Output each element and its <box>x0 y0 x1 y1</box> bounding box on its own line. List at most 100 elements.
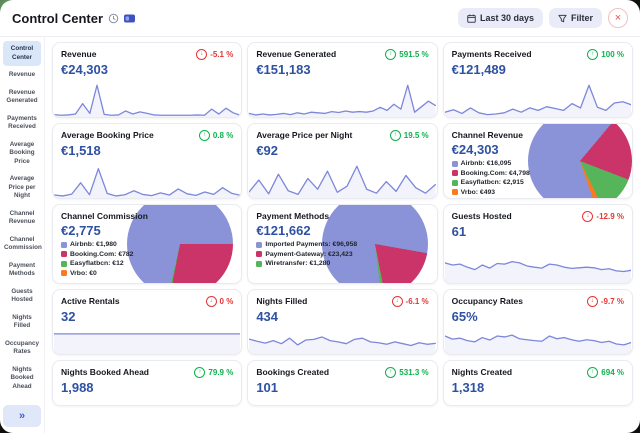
legend-label: Easyflatbcn: €2,915 <box>461 179 524 186</box>
change-value: 0 % <box>220 297 234 306</box>
legend-item-vrbo: Vrbo: €493 <box>452 189 624 196</box>
filter-button[interactable]: Filter <box>549 8 602 28</box>
arrow-up-circle-icon: ↑ <box>390 130 401 141</box>
card-title: Revenue Generated <box>256 49 336 59</box>
card-channel-revenue[interactable]: Channel Revenue€24,303Airbnb: €16,095Boo… <box>443 123 633 199</box>
legend-swatch <box>61 261 67 267</box>
sidebar-item-guests-hosted[interactable]: Guests Hosted <box>3 284 41 309</box>
sparkline-chart <box>54 83 240 117</box>
change-badge: ↓-9.7 % <box>587 296 624 307</box>
sidebar-item-revenue-generated[interactable]: Revenue Generated <box>3 85 41 110</box>
legend-swatch <box>61 251 67 257</box>
sidebar-expand-button[interactable]: » <box>3 405 41 427</box>
change-value: 531.3 % <box>399 368 428 377</box>
legend: Airbnb: €16,095Booking.Com: €4,798Easyfl… <box>452 160 624 196</box>
arrow-down-circle-icon: ↓ <box>206 296 217 307</box>
sidebar-item-average-price-per-night[interactable]: Average Price per Night <box>3 171 41 205</box>
change-value: 694 % <box>601 368 624 377</box>
card-nights-created[interactable]: Nights Created ↑694 % 1,318 <box>443 360 633 406</box>
sidebar: Control CenterRevenueRevenue GeneratedPa… <box>0 37 45 433</box>
change-badge: ↑100 % <box>587 49 624 60</box>
legend-item-easyflatbcn: Easyflatbcn: €2,915 <box>452 179 624 186</box>
close-button[interactable]: × <box>608 8 628 28</box>
change-badge: ↓-6.1 % <box>392 296 429 307</box>
change-value: 19.5 % <box>404 131 429 140</box>
arrow-up-circle-icon: ↑ <box>194 367 205 378</box>
sidebar-item-occupancy-rates[interactable]: Occupancy Rates <box>3 336 41 361</box>
card-title: Nights Created <box>452 367 512 377</box>
card-guests-hosted[interactable]: Guests Hosted↓-12.9 %61 <box>443 204 633 284</box>
card-revenue[interactable]: Revenue↓-5.1 %€24,303 <box>52 42 242 118</box>
legend-label: Airbnb: €1,980 <box>70 241 117 248</box>
change-value: -5.1 % <box>210 50 233 59</box>
card-value: 434 <box>256 309 428 324</box>
card-payment-methods[interactable]: Payment Methods€121,662Imported Payments… <box>247 204 437 284</box>
card-average-booking-price[interactable]: Average Booking Price ↑0.8 % €1,518 <box>52 123 242 199</box>
legend-swatch <box>61 242 67 248</box>
arrow-up-circle-icon: ↑ <box>587 49 598 60</box>
sidebar-item-payments-received[interactable]: Payments Received <box>3 111 41 136</box>
card-active-rentals[interactable]: Active Rentals↓0 %32 <box>52 289 242 355</box>
card-title: Average Booking Price <box>61 130 154 140</box>
card-channel-commission[interactable]: Channel Commission€2,775Airbnb: €1,980Bo… <box>52 204 242 284</box>
change-badge: ↑531.3 % <box>385 367 428 378</box>
card-bookings-created[interactable]: Bookings Created↑531.3 %101 <box>247 360 437 406</box>
date-range-button[interactable]: Last 30 days <box>458 8 543 28</box>
sidebar-item-average-booking-price[interactable]: Average Booking Price <box>3 137 41 171</box>
card-value: 65% <box>452 309 624 324</box>
arrow-down-circle-icon: ↓ <box>587 296 598 307</box>
legend-item-imported-payments: Imported Payments: €96,958 <box>256 241 428 248</box>
sidebar-item-control-center[interactable]: Control Center <box>3 41 41 66</box>
calendar-icon <box>467 14 476 23</box>
legend-item-booking-com: Booking.Com: €4,798 <box>452 170 624 177</box>
legend-item-airbnb: Airbnb: €1,980 <box>61 241 233 248</box>
card-title: Active Rentals <box>61 296 120 306</box>
sparkline-chart <box>445 249 631 283</box>
card-revenue-generated[interactable]: Revenue Generated↑591.5 %€151,183 <box>247 42 437 118</box>
sidebar-item-payment-methods[interactable]: Payment Methods <box>3 258 41 283</box>
change-badge: ↑19.5 % <box>390 130 429 141</box>
card-title: Payment Methods <box>256 211 329 221</box>
dashboard-badge-icon[interactable] <box>124 14 135 23</box>
sidebar-item-nights-filled[interactable]: Nights Filled <box>3 310 41 335</box>
legend-swatch <box>256 251 262 257</box>
sidebar-item-channel-commission[interactable]: Channel Commission <box>3 232 41 257</box>
card-value: €1,518 <box>61 143 233 158</box>
card-value: 61 <box>452 224 624 239</box>
sidebar-item-channel-revenue[interactable]: Channel Revenue <box>3 206 41 231</box>
sparkline-chart <box>249 83 435 117</box>
header-actions: Last 30 days Filter × <box>458 8 628 28</box>
card-nights-booked-ahead[interactable]: Nights Booked Ahead↑79.9 %1,988 <box>52 360 242 406</box>
change-badge: ↑591.5 % <box>385 49 428 60</box>
card-occupancy-rates[interactable]: Occupancy Rates↓-9.7 %65% <box>443 289 633 355</box>
legend-swatch <box>452 180 458 186</box>
legend-label: Vrbo: €0 <box>70 270 97 277</box>
change-badge: ↓-5.1 % <box>196 49 233 60</box>
change-badge: ↑0.8 % <box>199 130 233 141</box>
change-badge: ↑79.9 % <box>194 367 233 378</box>
card-value: 1,318 <box>452 380 624 395</box>
card-title: Revenue <box>61 49 96 59</box>
legend: Imported Payments: €96,958Payment-Gatewa… <box>256 241 428 267</box>
legend-label: Wiretransfer: €1,280 <box>265 260 330 267</box>
card-payments-received[interactable]: Payments Received↑100 %€121,489 <box>443 42 633 118</box>
sparkline-chart <box>445 320 631 354</box>
legend-swatch <box>256 261 262 267</box>
window-body: Control CenterRevenueRevenue GeneratedPa… <box>0 37 640 433</box>
card-title: Bookings Created <box>256 367 329 377</box>
sidebar-item-nights-booked-ahead[interactable]: Nights Booked Ahead <box>3 362 41 396</box>
filter-icon <box>558 14 567 23</box>
sidebar-item-revenue[interactable]: Revenue <box>3 67 41 84</box>
card-title: Channel Commission <box>61 211 148 221</box>
change-badge: ↑694 % <box>587 367 624 378</box>
arrow-down-circle-icon: ↓ <box>196 49 207 60</box>
card-average-price-per-night[interactable]: Average Price per Night↑19.5 %€92 <box>247 123 437 199</box>
legend-label: Easyflatbcn: €12 <box>70 260 124 267</box>
close-icon: × <box>615 13 621 24</box>
arrow-down-circle-icon: ↓ <box>582 211 593 222</box>
sparkline-chart <box>54 320 240 354</box>
card-nights-filled[interactable]: Nights Filled↓-6.1 %434 <box>247 289 437 355</box>
clock-icon[interactable] <box>108 13 119 24</box>
card-value: €24,303 <box>452 142 624 157</box>
legend-label: Booking.Com: €782 <box>70 251 133 258</box>
